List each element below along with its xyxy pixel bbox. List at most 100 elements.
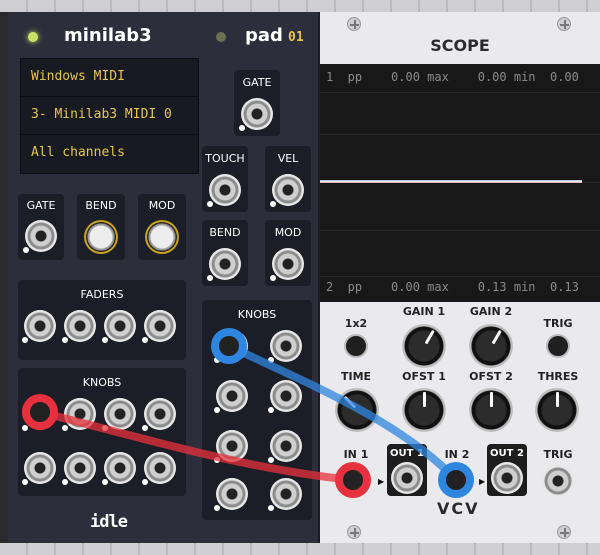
pad-bend-label: BEND: [209, 226, 241, 239]
pad-vel-label: VEL: [277, 152, 299, 165]
screw-icon: [557, 17, 571, 31]
idle-logo: idle: [90, 512, 128, 532]
knobs-label: KNOBS: [82, 376, 122, 389]
right-knob-2-jack[interactable]: [268, 330, 302, 363]
fader-3-jack[interactable]: [102, 310, 136, 343]
time-label: TIME: [340, 370, 372, 383]
bend-label: BEND: [85, 199, 117, 212]
trig-button-label: TRIG: [543, 317, 573, 330]
signal-trace: [320, 180, 582, 183]
pad-vel-jack[interactable]: [270, 174, 304, 207]
in-2-label: IN 2: [444, 448, 470, 461]
right-knob-3-jack[interactable]: [214, 380, 248, 413]
pad-mod-box: MOD: [265, 220, 311, 286]
arrow-right-icon: ▶: [479, 477, 486, 486]
grid-line: [320, 92, 600, 93]
fader-4-jack[interactable]: [142, 310, 176, 343]
gain-2-knob[interactable]: [469, 324, 513, 368]
knob-6-jack[interactable]: [62, 452, 96, 485]
midi-activity-led: [28, 32, 38, 42]
pad-mod-label: MOD: [274, 226, 302, 239]
threshold-label: THRES: [537, 370, 579, 383]
knob-2-jack[interactable]: [62, 398, 96, 431]
screw-icon: [347, 525, 361, 539]
1x2-label: 1x2: [344, 317, 368, 330]
scope-title: SCOPE: [430, 36, 490, 55]
grid-line: [320, 230, 600, 231]
pad-gate-jack[interactable]: [239, 98, 273, 131]
pad-bend-jack[interactable]: [207, 248, 241, 281]
faders-box: FADERS: [18, 280, 186, 360]
grid-line: [320, 134, 600, 135]
module-title: minilab3: [64, 25, 152, 46]
right-knob-6-jack[interactable]: [268, 430, 302, 463]
right-knob-4-jack[interactable]: [268, 380, 302, 413]
knob-7-jack[interactable]: [102, 452, 136, 485]
arrow-right-icon: ▶: [378, 477, 385, 486]
pad-gate-box: GATE: [234, 70, 280, 136]
mod-knob[interactable]: [145, 220, 179, 254]
gain-2-label: GAIN 2: [469, 305, 513, 318]
fader-2-jack[interactable]: [62, 310, 96, 343]
right-knob-8-jack[interactable]: [268, 478, 302, 511]
bend-knob[interactable]: [84, 220, 118, 254]
grid-line: [320, 276, 600, 277]
offset-2-knob[interactable]: [469, 388, 513, 432]
out-1-label: OUT 1: [390, 448, 424, 459]
screw-icon: [347, 17, 361, 31]
vcv-logo: VCV: [437, 499, 480, 518]
pad-touch-label: TOUCH: [205, 152, 245, 165]
trig-input-label: TRIG: [543, 448, 573, 461]
knobs-box: KNOBS: [18, 368, 186, 496]
knob-5-jack[interactable]: [22, 452, 56, 485]
blue-cable-plug[interactable]: [211, 328, 247, 364]
offset-2-label: OFST 2: [469, 370, 513, 383]
mod-label: MOD: [148, 199, 176, 212]
midi-settings-panel: Windows MIDI 3- Minilab3 MIDI 0 All chan…: [20, 58, 199, 174]
midi-device-select[interactable]: 3- Minilab3 MIDI 0: [21, 97, 198, 135]
right-knob-7-jack[interactable]: [214, 478, 248, 511]
knob-8-jack[interactable]: [142, 452, 176, 485]
gate-output-jack[interactable]: [23, 220, 57, 253]
knob-4-jack[interactable]: [142, 398, 176, 431]
midi-driver-select[interactable]: Windows MIDI: [21, 59, 198, 97]
gate-output-box: GATE: [18, 194, 64, 260]
out-2-jack[interactable]: [491, 462, 523, 494]
pad-bend-box: BEND: [202, 220, 248, 286]
pad-gate-label: GATE: [242, 76, 272, 89]
pad-vel-box: VEL: [265, 146, 311, 212]
trig-input-jack[interactable]: [542, 465, 574, 497]
pad-touch-jack[interactable]: [207, 174, 241, 207]
gain-1-label: GAIN 1: [402, 305, 446, 318]
pad-mod-jack[interactable]: [270, 248, 304, 281]
midi-channel-select[interactable]: All channels: [21, 135, 198, 173]
blue-cable-plug[interactable]: [438, 462, 474, 498]
scope-display[interactable]: 1 pp 0.00 max 0.00 min 0.00 2 pp 0.00 ma…: [320, 64, 600, 302]
out-1-box: OUT 1: [387, 444, 427, 496]
red-cable-plug[interactable]: [22, 394, 58, 430]
mod-output-box: MOD: [138, 194, 186, 260]
bottom-rail: [0, 543, 600, 555]
gain-1-knob[interactable]: [402, 324, 446, 368]
time-knob[interactable]: [335, 388, 379, 432]
red-cable-plug[interactable]: [335, 462, 371, 498]
pad-number[interactable]: 01: [288, 30, 304, 45]
channel-1-readout: 1 pp 0.00 max 0.00 min 0.00: [326, 70, 579, 84]
pad-label: pad: [245, 25, 283, 46]
in-1-label: IN 1: [343, 448, 369, 461]
out-2-label: OUT 2: [490, 448, 524, 459]
screw-icon: [557, 525, 571, 539]
1x2-button[interactable]: [344, 334, 368, 358]
pad-led: [216, 32, 226, 42]
knob-3-jack[interactable]: [102, 398, 136, 431]
offset-1-knob[interactable]: [402, 388, 446, 432]
minilab3-module: minilab3 pad 01 Windows MIDI 3- Minilab3…: [8, 12, 320, 543]
out-2-box: OUT 2: [487, 444, 527, 496]
gate-label: GATE: [26, 199, 56, 212]
trig-button[interactable]: [546, 334, 570, 358]
right-knob-5-jack[interactable]: [214, 430, 248, 463]
offset-1-label: OFST 1: [402, 370, 446, 383]
fader-1-jack[interactable]: [22, 310, 56, 343]
out-1-jack[interactable]: [391, 462, 423, 494]
threshold-knob[interactable]: [535, 388, 579, 432]
